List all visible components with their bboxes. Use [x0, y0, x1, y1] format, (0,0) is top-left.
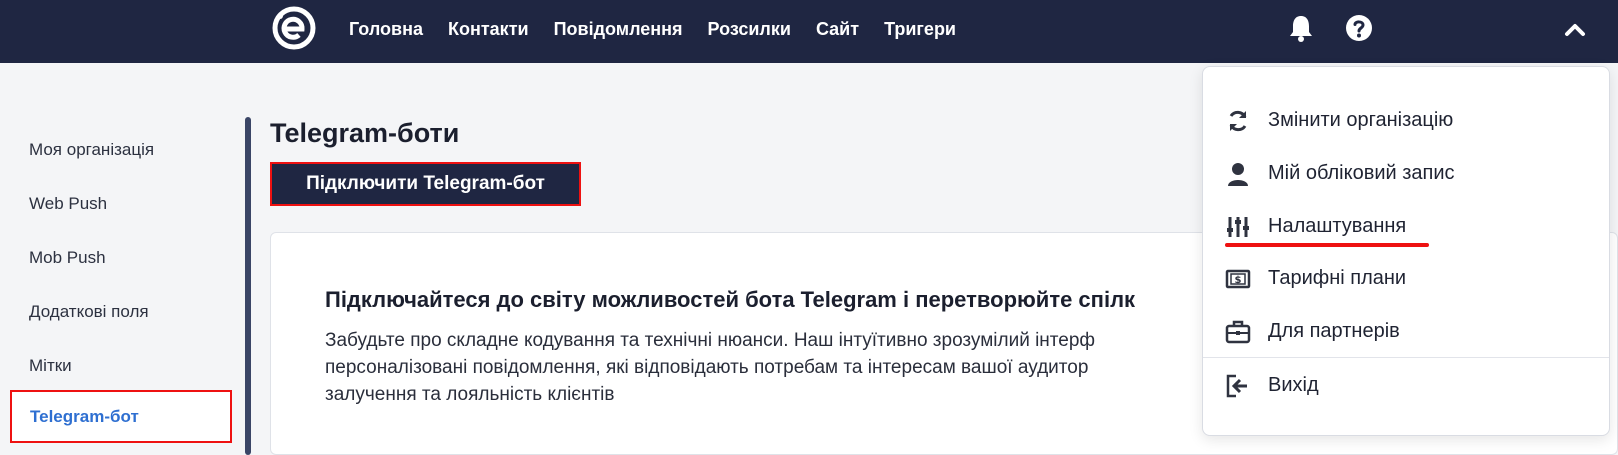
money-icon: $ [1225, 269, 1251, 289]
sliders-icon [1227, 217, 1249, 237]
card-description-line: залучення та лояльність клієнтів [325, 384, 615, 405]
menu-item-settings[interactable]: Налаштування [1203, 204, 1609, 248]
menu-item-label: Для партнерів [1268, 320, 1400, 342]
menu-item-label: Мій обліковий запис [1268, 162, 1455, 184]
card-description-line: персоналізовані повідомлення, які відпов… [325, 357, 1089, 378]
card-description-line: Забудьте про складне кодування та техніч… [325, 330, 1096, 351]
main-nav: Головна Контакти Повідомлення Розсилки С… [349, 0, 981, 58]
menu-item-label: Тарифні плани [1268, 267, 1407, 289]
sidebar-item-telegram-bot[interactable]: Telegram-бот [10, 390, 232, 443]
nav-item-contacts[interactable]: Контакти [448, 19, 529, 40]
sidebar-item-tags[interactable]: Мітки [29, 356, 72, 376]
chevron-up-icon[interactable] [1563, 19, 1587, 39]
bell-icon[interactable] [1288, 14, 1314, 42]
connect-telegram-bot-button[interactable]: Підключити Telegram-бот [270, 162, 581, 206]
nav-item-mailings[interactable]: Розсилки [708, 19, 791, 40]
menu-divider [1203, 357, 1609, 358]
menu-item-for-partners[interactable]: Для партнерів [1203, 309, 1609, 353]
nav-item-site[interactable]: Сайт [816, 19, 859, 40]
sidebar-divider [245, 117, 251, 455]
menu-item-change-organization[interactable]: Змінити організацію [1203, 98, 1609, 142]
menu-item-label: Змінити організацію [1268, 109, 1454, 131]
card-description: Забудьте про складне кодування та техніч… [325, 327, 1205, 408]
brand-logo-icon[interactable] [272, 6, 316, 50]
menu-item-logout[interactable]: Вихід [1203, 363, 1609, 407]
sidebar-item-label: Telegram-бот [30, 407, 139, 426]
briefcase-icon [1225, 320, 1251, 344]
help-circle-icon[interactable] [1345, 14, 1373, 42]
top-navbar: Головна Контакти Повідомлення Розсилки С… [0, 0, 1618, 63]
highlight-underline [1225, 243, 1429, 247]
menu-item-my-account[interactable]: Мій обліковий запис [1203, 151, 1609, 195]
account-dropdown-menu: Змінити організацію Мій обліковий запис … [1202, 66, 1610, 436]
menu-item-label: Вихід [1268, 374, 1319, 396]
sidebar-item-my-organization[interactable]: Моя організація [29, 140, 154, 160]
menu-item-label: Налаштування [1268, 215, 1407, 237]
nav-item-messages[interactable]: Повідомлення [554, 19, 683, 40]
nav-item-triggers[interactable]: Тригери [884, 19, 956, 40]
sidebar-item-web-push[interactable]: Web Push [29, 194, 107, 214]
refresh-icon [1229, 110, 1247, 132]
sidebar-item-mob-push[interactable]: Mob Push [29, 248, 106, 268]
nav-item-home[interactable]: Головна [349, 19, 423, 40]
logout-icon [1226, 374, 1247, 398]
page-title: Telegram-боти [270, 118, 460, 148]
card-heading: Підключайтеся до світу можливостей бота … [325, 287, 1136, 312]
user-icon [1228, 163, 1248, 186]
svg-text:$: $ [1235, 275, 1242, 286]
sidebar-item-additional-fields[interactable]: Додаткові поля [29, 302, 149, 322]
menu-item-pricing-plans[interactable]: $ Тарифні плани [1203, 256, 1609, 300]
